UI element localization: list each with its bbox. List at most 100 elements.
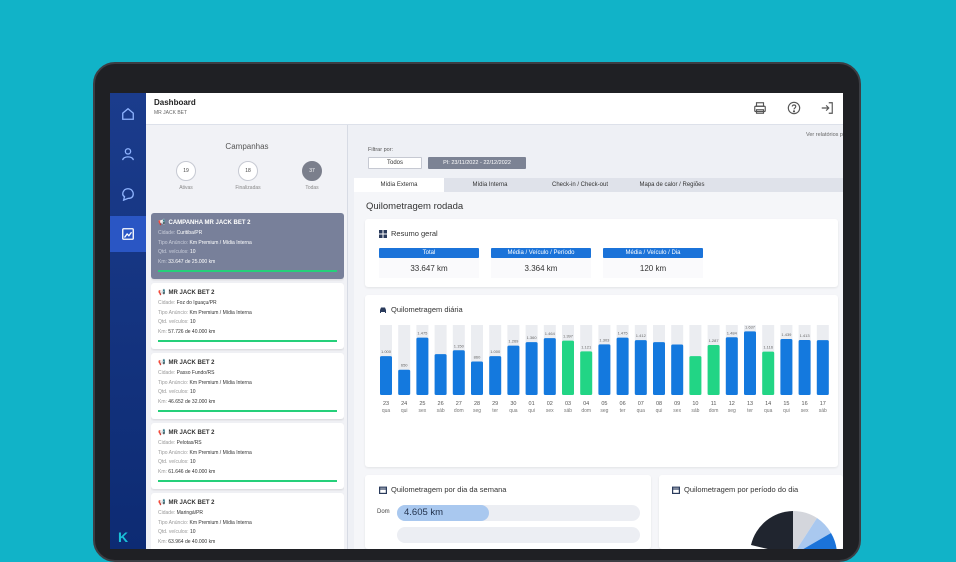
sidebar-item-dashboard[interactable] — [110, 216, 146, 252]
campaign-vehicles: 10 — [189, 459, 196, 465]
period-of-day-box: Quilometragem por período do dia — [659, 475, 843, 549]
sidebar-item-user[interactable] — [110, 136, 146, 172]
bar[interactable] — [689, 356, 702, 395]
help-icon — [787, 101, 801, 115]
counter-finished[interactable]: 18 — [238, 161, 258, 181]
x-tick-label: 07 — [638, 401, 644, 407]
bar[interactable] — [434, 354, 447, 395]
campaign-vehicles: 10 — [189, 319, 196, 325]
x-tick-label: 23 — [383, 401, 389, 407]
campaign-card[interactable]: 📢 MR JACK BET 2 Cidade: Foz do Iguaçu/PR … — [151, 283, 344, 349]
km-label: Km: — [158, 468, 167, 475]
bar-data-label: 1.413 — [800, 333, 811, 338]
campaign-vehicles: 10 — [189, 249, 196, 255]
x-tick-sublabel: qui — [528, 408, 535, 414]
campaign-title: MR JACK BET 2 — [168, 359, 215, 366]
campaign-km: 63.964 de 40.000 km — [168, 538, 216, 545]
campaign-km: 61.646 de 40.000 km — [168, 468, 216, 475]
bar[interactable] — [416, 337, 429, 395]
dashboard-content: Quilometragem rodada Resumo geral Total … — [354, 192, 843, 549]
bar[interactable] — [580, 351, 593, 395]
x-tick-sublabel: sex — [801, 408, 809, 414]
x-tick-sublabel: seg — [600, 408, 608, 414]
period-filter-button[interactable]: PI: 23/11/2022 - 22/12/2022 — [428, 157, 526, 169]
x-tick-label: 29 — [492, 401, 498, 407]
tab-check-in[interactable]: Check-in / Check-out — [536, 178, 624, 192]
bar-data-label: 650 — [401, 363, 408, 368]
x-tick-sublabel: qui — [401, 408, 408, 414]
x-tick-sublabel: ter — [620, 408, 626, 414]
bar[interactable] — [525, 342, 538, 395]
campaign-vehicles: 10 — [189, 529, 196, 535]
x-tick-sublabel: seg — [473, 408, 481, 414]
x-tick-label: 28 — [474, 401, 480, 407]
image-chart-icon — [122, 228, 134, 240]
campaign-progress-bar — [158, 270, 337, 272]
bar[interactable] — [598, 344, 611, 395]
bar-data-label: 1.412 — [636, 333, 647, 338]
bar[interactable] — [798, 340, 811, 395]
bar[interactable] — [707, 344, 720, 395]
header: Dashboard MR JACK BET — [146, 93, 843, 125]
chat-icon — [122, 188, 134, 201]
campaign-card[interactable]: 📢 MR JACK BET 2 Cidade: Pelotas/RS Tipo A… — [151, 423, 344, 489]
reports-link[interactable]: Ver relatórios p — [806, 132, 843, 138]
help-button[interactable] — [787, 101, 801, 115]
bar[interactable] — [543, 338, 556, 395]
x-tick-sublabel: sex — [673, 408, 681, 414]
sidebar-item-home[interactable] — [110, 96, 146, 132]
logout-button[interactable] — [820, 101, 834, 115]
bar[interactable] — [507, 345, 520, 395]
campaign-ad-type: Km Premium / Mídia Interna — [189, 239, 252, 246]
x-tick-sublabel: sáb — [819, 408, 827, 414]
megaphone-icon: 📢 — [158, 220, 166, 226]
bar[interactable] — [725, 337, 738, 395]
x-tick-sublabel: seg — [728, 408, 736, 414]
x-tick-label: 13 — [747, 401, 753, 407]
km-label: Km: — [158, 398, 167, 405]
tab-midia-externa[interactable]: Mídia Externa — [354, 178, 444, 192]
bar[interactable] — [780, 339, 793, 395]
counter-finished-label: Finalizadas — [235, 185, 261, 191]
bar[interactable] — [471, 361, 483, 395]
bar-data-label: 1.637 — [745, 324, 756, 329]
bar[interactable] — [816, 340, 829, 395]
user-icon — [122, 148, 134, 161]
bar[interactable] — [562, 340, 574, 395]
filter-all-button[interactable]: Todos — [368, 157, 422, 169]
print-button[interactable] — [753, 101, 767, 115]
weekday-bar-track — [397, 527, 640, 543]
km-label: Km: — [158, 328, 167, 335]
bar[interactable] — [653, 342, 665, 395]
bar[interactable] — [762, 351, 775, 395]
summary-box: Resumo geral Total 33.647 km Média / Veí… — [365, 219, 838, 287]
campaign-card[interactable]: 📢 MR JACK BET 2 Cidade: Maringá/PR Tipo A… — [151, 493, 344, 549]
tab-mapa-calor[interactable]: Mapa de calor / Regiões — [624, 178, 720, 192]
x-tick-label: 24 — [401, 401, 407, 407]
campaign-card[interactable]: 📢 CAMPANHA MR JACK BET 2 Cidade: Curitiba… — [151, 213, 344, 279]
x-tick-label: 10 — [692, 401, 698, 407]
vehicles-label: Qtd. veículos: — [158, 389, 189, 395]
campaign-progress-bar — [158, 340, 337, 342]
x-tick-label: 14 — [765, 401, 771, 407]
main-content: Ver relatórios p Filtrar por: Todos PI: … — [349, 125, 843, 549]
bar[interactable] — [398, 369, 411, 395]
bar[interactable] — [634, 340, 647, 395]
counter-all[interactable]: 37 — [302, 161, 322, 181]
bar[interactable] — [616, 337, 629, 395]
bar[interactable] — [380, 356, 392, 395]
bar[interactable] — [452, 350, 465, 395]
x-tick-sublabel: qua — [637, 408, 646, 414]
tab-midia-interna[interactable]: Mídia Interna — [444, 178, 536, 192]
campaign-card[interactable]: 📢 MR JACK BET 2 Cidade: Passo Fundo/RS Ti… — [151, 353, 344, 419]
x-tick-label: 11 — [711, 401, 717, 407]
x-tick-sublabel: dom — [581, 408, 591, 414]
kpi-media-periodo: Média / Veículo / Período 3.364 km — [491, 248, 591, 278]
bar[interactable] — [744, 331, 756, 395]
bar[interactable] — [489, 356, 502, 395]
megaphone-icon: 📢 — [158, 430, 166, 436]
campaign-ad-type: Km Premium / Mídia Interna — [189, 449, 252, 456]
sidebar-item-chat[interactable] — [110, 176, 146, 212]
counter-active[interactable]: 19 — [176, 161, 196, 181]
bar[interactable] — [671, 344, 684, 395]
